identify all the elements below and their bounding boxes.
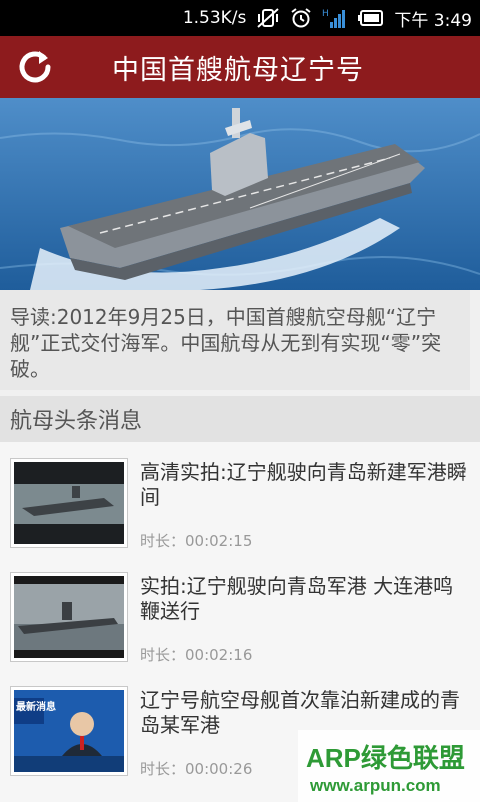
news-thumbnail: 最新消息 bbox=[10, 686, 128, 776]
news-title: 实拍:辽宁舰驶向青岛军港 大连港鸣鞭送行 bbox=[140, 574, 454, 623]
watermark-brand: ARP绿色联盟 bbox=[306, 743, 465, 773]
news-duration: 时长：00:02:16 bbox=[140, 646, 253, 664]
clock: 下午 3:49 bbox=[394, 10, 472, 31]
news-duration: 时长：00:02:15 bbox=[140, 532, 253, 550]
watermark-url: www.arpun.com bbox=[310, 776, 441, 795]
news-item[interactable]: 高清实拍:辽宁舰驶向青岛新建军港瞬间 时长：00:02:15 bbox=[0, 442, 480, 556]
refresh-button[interactable] bbox=[0, 36, 70, 98]
intro-text: 导读:2012年9月25日，中国首艘航空母舰“辽宁舰”正式交付海军。中国航母从无… bbox=[0, 290, 470, 390]
news-item[interactable]: 实拍:辽宁舰驶向青岛军港 大连港鸣鞭送行 时长：00:02:16 bbox=[0, 556, 480, 670]
section-header: 航母头条消息 bbox=[0, 396, 480, 442]
news-thumbnail bbox=[10, 572, 128, 662]
hero-image-carrier[interactable] bbox=[0, 98, 480, 290]
news-thumbnail bbox=[10, 458, 128, 548]
thumb-caption: 最新消息 bbox=[16, 700, 56, 713]
mute-vibrate-icon bbox=[256, 7, 280, 29]
status-bar: 1.53K/s H 下午 3:49 bbox=[0, 0, 480, 36]
news-duration: 时长：00:00:26 bbox=[140, 760, 253, 778]
app-header: 中国首艘航母辽宁号 bbox=[0, 36, 480, 98]
alarm-icon bbox=[290, 7, 312, 29]
network-speed: 1.53K/s bbox=[182, 8, 247, 28]
refresh-icon bbox=[19, 51, 51, 83]
page-title: 中国首艘航母辽宁号 bbox=[112, 54, 364, 86]
watermark: ARP绿色联盟 www.arpun.com bbox=[298, 730, 480, 802]
svg-text:H: H bbox=[322, 9, 329, 19]
news-title: 高清实拍:辽宁舰驶向青岛新建军港瞬间 bbox=[140, 460, 467, 509]
battery-icon bbox=[358, 10, 384, 26]
signal-icon: H bbox=[322, 7, 348, 29]
